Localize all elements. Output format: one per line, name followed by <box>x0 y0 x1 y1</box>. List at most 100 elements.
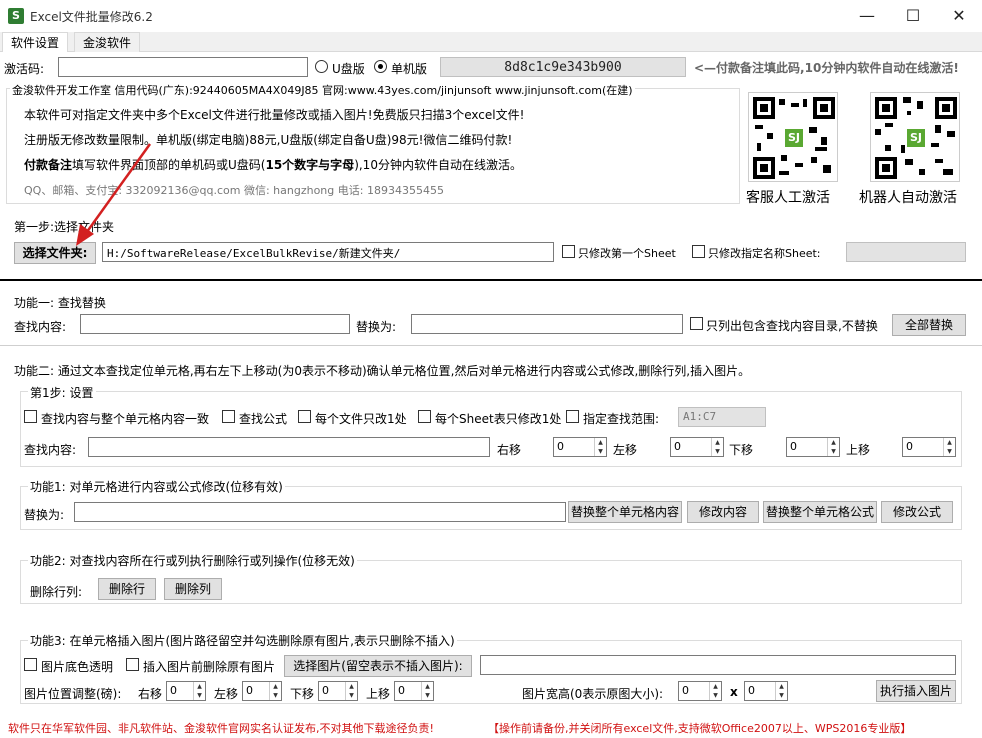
image-position-label: 图片位置调整(磅): <box>24 687 122 701</box>
sheet-name-input[interactable] <box>846 242 966 262</box>
app-icon: S <box>8 8 24 24</box>
func1-find-label: 查找内容: <box>14 320 67 334</box>
tab-jinjun-software[interactable]: 金浚软件 <box>74 32 141 52</box>
info-line-3-bold: 付款备注 <box>24 158 73 172</box>
image-width-spinner[interactable]: 0 ▲ ▼ <box>678 681 722 701</box>
radio-single-label: 单机版 <box>391 62 428 76</box>
offset-right-spinner[interactable]: 0 ▲ ▼ <box>553 437 607 457</box>
image-group-label: 功能3: 在单元格插入图片(图片路径留空并勾选删除原有图片,表示只删除不插入) <box>28 632 457 649</box>
range-input[interactable]: A1:C7 <box>678 407 766 427</box>
func2-find-input[interactable] <box>88 437 490 457</box>
image-up-spinner[interactable]: 0 ▲ ▼ <box>394 681 434 701</box>
minimize-button[interactable]: — <box>844 0 890 32</box>
delete-group-label: 功能2: 对查找内容所在行或列执行删除行或列操作(位移无效) <box>28 552 357 569</box>
radio-single[interactable] <box>374 60 387 73</box>
modify-content-button[interactable]: 修改内容 <box>687 501 759 523</box>
once-per-file-checkbox[interactable] <box>298 410 311 423</box>
spinner-arrows-icon[interactable]: ▲ ▼ <box>827 438 839 456</box>
delete-column-button[interactable]: 删除列 <box>164 578 222 600</box>
spinner-arrows-icon[interactable]: ▲ ▼ <box>775 682 787 700</box>
range-label: 指定查找范围: <box>583 412 660 426</box>
spinner-arrows-icon[interactable]: ▲ ▼ <box>709 682 721 700</box>
maximize-button[interactable]: ☐ <box>890 0 936 32</box>
image-right-value: 0 <box>170 684 177 697</box>
image-size-label: 图片宽高(0表示原图大小): <box>522 687 664 701</box>
offset-right-value: 0 <box>557 440 564 453</box>
named-sheet-checkbox[interactable] <box>692 245 705 258</box>
insert-image-button[interactable]: 执行插入图片 <box>876 680 956 702</box>
activation-code-input[interactable] <box>58 57 308 77</box>
delete-row-button[interactable]: 删除行 <box>98 578 156 600</box>
func1-label: 功能一: 查找替换 <box>14 296 106 310</box>
qr-caption-robot: 机器人自动激活 <box>859 190 957 206</box>
list-only-checkbox[interactable] <box>690 317 703 330</box>
offset-left-spinner[interactable]: 0 ▲ ▼ <box>670 437 724 457</box>
qr-code-robot: SJ <box>870 92 960 182</box>
modify-replace-input[interactable] <box>74 502 566 522</box>
func2-find-label: 查找内容: <box>24 443 77 457</box>
image-height-spinner[interactable]: 0 ▲ ▼ <box>744 681 788 701</box>
radio-udisk[interactable] <box>315 60 328 73</box>
func1-replace-label: 替换为: <box>356 320 397 334</box>
spinner-arrows-icon[interactable]: ▲ ▼ <box>711 438 723 456</box>
delete-label: 删除行列: <box>30 585 83 599</box>
offset-right-label: 右移 <box>497 443 522 457</box>
machine-code-field: 8d8c1c9e343b900 <box>440 57 686 77</box>
once-per-sheet-checkbox[interactable] <box>418 410 431 423</box>
replace-all-button[interactable]: 全部替换 <box>892 314 966 336</box>
offset-up-spinner[interactable]: 0 ▲ ▼ <box>902 437 956 457</box>
once-per-file-label: 每个文件只改1处 <box>315 412 407 426</box>
func1-find-input[interactable] <box>80 314 350 334</box>
info-line-3-end: ),10分钟内软件自动在线激活。 <box>354 158 522 172</box>
offset-up-value: 0 <box>906 440 913 453</box>
find-formula-checkbox[interactable] <box>222 410 235 423</box>
choose-image-button[interactable]: 选择图片(留空表示不插入图片): <box>284 655 472 677</box>
footer-text-2: 【操作前请备份,并关闭所有excel文件,支持微软Office2007以上、WP… <box>488 722 912 735</box>
spinner-arrows-icon[interactable]: ▲ ▼ <box>193 682 205 700</box>
info-line-1: 本软件可对指定文件夹中多个Excel文件进行批量修改或插入图片!免费版只扫描3个… <box>24 108 525 122</box>
first-sheet-label: 只修改第一个Sheet <box>578 247 676 260</box>
delete-old-image-checkbox[interactable] <box>126 658 139 671</box>
spinner-arrows-icon[interactable]: ▲ ▼ <box>943 438 955 456</box>
activation-hint: <—付款备注填此码,10分钟内软件自动在线激活! <box>694 61 959 75</box>
close-button[interactable]: ✕ <box>936 0 982 32</box>
func2-label: 功能二: 通过文本查找定位单元格,再右左下上移动(为0表示不移动)确认单元格位置… <box>14 364 751 378</box>
first-sheet-checkbox[interactable] <box>562 245 575 258</box>
spinner-arrows-icon[interactable]: ▲ ▼ <box>421 682 433 700</box>
modify-formula-button[interactable]: 修改公式 <box>881 501 953 523</box>
image-height-value: 0 <box>748 684 755 697</box>
func1-replace-input[interactable] <box>411 314 683 334</box>
red-arrow-annotation <box>76 143 152 246</box>
offset-up-label: 上移 <box>846 443 871 457</box>
replace-cell-content-button[interactable]: 替换整个单元格内容 <box>568 501 682 523</box>
range-checkbox[interactable] <box>566 410 579 423</box>
spinner-arrows-icon[interactable]: ▲ ▼ <box>269 682 281 700</box>
spinner-arrows-icon[interactable]: ▲ ▼ <box>345 682 357 700</box>
info-group-label: 金浚软件开发工作室 信用代码(广东):92440605MA4X049J85 官网… <box>10 82 635 98</box>
image-left-spinner[interactable]: 0 ▲ ▼ <box>242 681 282 701</box>
image-down-value: 0 <box>322 684 329 697</box>
image-down-spinner[interactable]: 0 ▲ ▼ <box>318 681 358 701</box>
qr-logo: SJ <box>785 129 803 147</box>
once-per-sheet-label: 每个Sheet表只修改1处 <box>435 412 562 426</box>
find-formula-label: 查找公式 <box>239 412 288 426</box>
tab-software-settings[interactable]: 软件设置 <box>2 32 69 53</box>
spinner-arrows-icon[interactable]: ▲ ▼ <box>594 438 606 456</box>
replace-cell-formula-button[interactable]: 替换整个单元格公式 <box>763 501 877 523</box>
offset-down-spinner[interactable]: 0 ▲ ▼ <box>786 437 840 457</box>
image-up-label: 上移 <box>366 687 391 701</box>
image-path-input[interactable] <box>480 655 956 675</box>
image-right-spinner[interactable]: 0 ▲ ▼ <box>166 681 206 701</box>
qr-code-customer: SJ <box>748 92 838 182</box>
image-left-value: 0 <box>246 684 253 697</box>
footer-text-1: 软件只在华军软件园、非凡软件站、金浚软件官网实名认证发布,不对其他下载途径负责! <box>8 722 434 735</box>
tab-strip <box>0 32 982 52</box>
transparent-checkbox[interactable] <box>24 658 37 671</box>
image-right-label: 右移 <box>138 687 163 701</box>
image-up-value: 0 <box>398 684 405 697</box>
folder-path-input[interactable]: H:/SoftwareRelease/ExcelBulkRevise/新建文件夹… <box>102 242 554 262</box>
delete-old-image-label: 插入图片前删除原有图片 <box>143 660 276 674</box>
exact-match-checkbox[interactable] <box>24 410 37 423</box>
times-sign: x <box>730 685 738 699</box>
offset-left-label: 左移 <box>613 443 638 457</box>
